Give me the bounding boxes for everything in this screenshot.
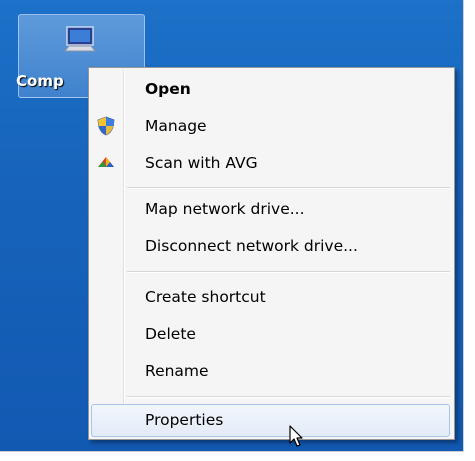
menu-item-rename[interactable]: Rename [91, 355, 450, 388]
menu-item-label: Create shortcut [145, 288, 266, 306]
menu-item-label: Scan with AVG [145, 154, 258, 172]
menu-item-map-network-drive[interactable]: Map network drive... [91, 193, 450, 226]
computer-icon [63, 26, 97, 52]
menu-item-label: Rename [145, 362, 209, 380]
menu-item-open[interactable]: Open [91, 73, 450, 106]
menu-item-delete[interactable]: Delete [91, 318, 450, 351]
menu-item-create-shortcut[interactable]: Create shortcut [91, 281, 450, 314]
uac-shield-icon [96, 116, 116, 136]
menu-item-scan-with-avg[interactable]: Scan with AVG [91, 147, 450, 180]
desktop-icon-label[interactable]: Comp [16, 72, 64, 90]
menu-separator [127, 271, 450, 273]
menu-item-label: Manage [145, 117, 207, 135]
menu-item-label: Delete [145, 325, 196, 343]
menu-item-manage[interactable]: Manage [91, 110, 450, 143]
menu-item-label: Disconnect network drive... [145, 237, 358, 255]
mouse-pointer-icon [289, 425, 303, 447]
context-menu: Open Manage Scan with AVG Map network dr… [88, 67, 455, 440]
menu-item-label: Map network drive... [145, 200, 305, 218]
avg-icon [96, 153, 116, 173]
menu-separator [127, 187, 450, 189]
menu-item-properties[interactable]: Properties [91, 404, 450, 437]
menu-separator [127, 396, 450, 398]
menu-item-label: Properties [145, 411, 224, 429]
menu-item-label: Open [145, 80, 191, 98]
menu-item-disconnect-network-drive[interactable]: Disconnect network drive... [91, 230, 450, 263]
